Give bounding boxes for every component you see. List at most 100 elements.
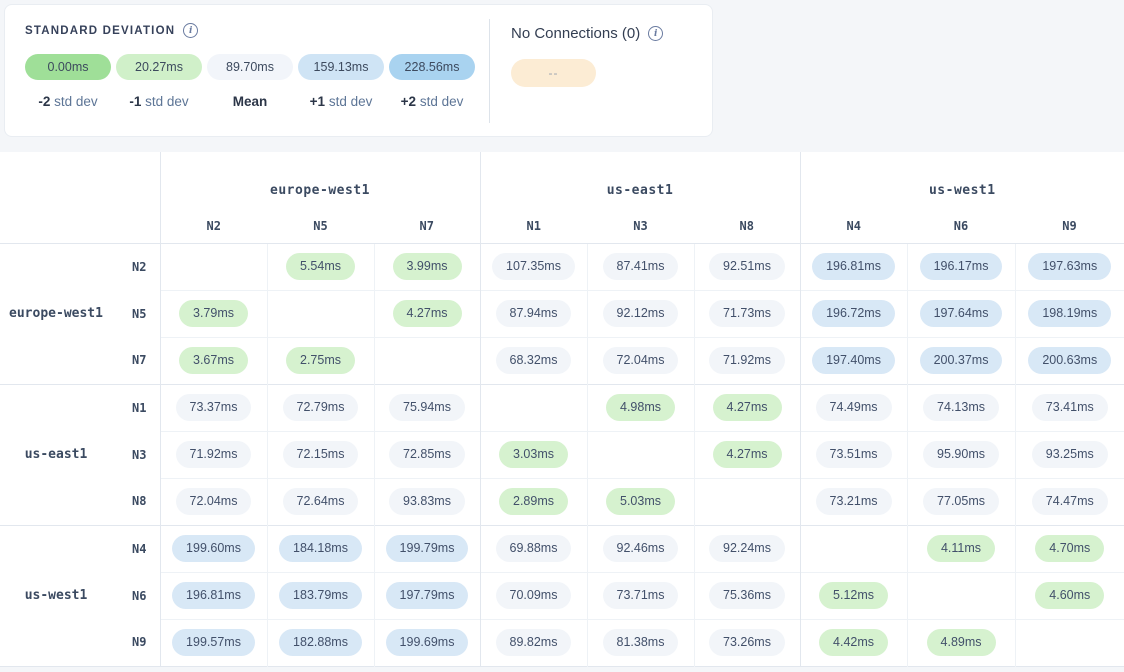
table-row: N9199.57ms182.88ms199.69ms89.82ms81.38ms…: [0, 619, 1124, 666]
table-row: us-east1N173.37ms72.79ms75.94ms4.98ms4.2…: [0, 384, 1124, 431]
latency-pill: 2.89ms: [499, 488, 568, 514]
latency-cell: 3.79ms: [160, 290, 267, 337]
latency-cell: 198.19ms: [1015, 290, 1124, 337]
latency-cell: 72.85ms: [374, 431, 480, 478]
legend-label: -1 std dev: [116, 94, 202, 109]
latency-cell: 184.18ms: [267, 525, 374, 572]
latency-pill: 72.04ms: [176, 488, 252, 514]
latency-cell: 200.37ms: [907, 337, 1015, 384]
latency-pill: 200.37ms: [920, 347, 1003, 373]
col-region-header: us-east1: [480, 152, 800, 210]
latency-pill: 107.35ms: [492, 253, 575, 279]
latency-cell: 4.89ms: [907, 619, 1015, 666]
info-icon[interactable]: i: [648, 26, 663, 41]
latency-cell: 196.72ms: [800, 290, 907, 337]
latency-pill: 197.40ms: [812, 347, 895, 373]
latency-pill: 197.64ms: [920, 300, 1003, 326]
table-row: N53.79ms4.27ms87.94ms92.12ms71.73ms196.7…: [0, 290, 1124, 337]
latency-pill: 4.27ms: [393, 300, 462, 326]
latency-cell: 72.04ms: [160, 478, 267, 525]
table-row: us-west1N4199.60ms184.18ms199.79ms69.88m…: [0, 525, 1124, 572]
latency-cell: 3.67ms: [160, 337, 267, 384]
legend-pill: 0.00ms: [25, 54, 111, 80]
col-node-header: N8: [694, 210, 800, 243]
std-dev-items: 0.00ms-2 std dev20.27ms-1 std dev89.70ms…: [25, 54, 475, 109]
latency-cell: 74.47ms: [1015, 478, 1124, 525]
latency-cell: 92.46ms: [587, 525, 694, 572]
latency-pill: 4.70ms: [1035, 535, 1104, 561]
diagonal-empty-cell: [374, 337, 480, 384]
latency-cell: 199.69ms: [374, 619, 480, 666]
latency-cell: 196.81ms: [160, 572, 267, 619]
latency-cell: 93.83ms: [374, 478, 480, 525]
legend-item: 20.27ms-1 std dev: [116, 54, 202, 109]
legend-pill: 159.13ms: [298, 54, 384, 80]
legend-item: 228.56ms+2 std dev: [389, 54, 475, 109]
col-node-header: N9: [1015, 210, 1124, 243]
latency-pill: 5.03ms: [606, 488, 675, 514]
latency-cell: 81.38ms: [587, 619, 694, 666]
table-row: N73.67ms2.75ms68.32ms72.04ms71.92ms197.4…: [0, 337, 1124, 384]
latency-pill: 71.92ms: [176, 441, 252, 467]
info-icon[interactable]: i: [183, 23, 198, 38]
latency-cell: 87.41ms: [587, 243, 694, 290]
diagonal-empty-cell: [1015, 619, 1124, 666]
latency-cell: 73.71ms: [587, 572, 694, 619]
latency-pill: 73.21ms: [816, 488, 892, 514]
latency-pill: 75.94ms: [389, 394, 465, 420]
latency-pill: 74.13ms: [923, 394, 999, 420]
row-group: us-east1N173.37ms72.79ms75.94ms4.98ms4.2…: [0, 384, 1124, 525]
latency-pill: 182.88ms: [279, 629, 362, 655]
latency-cell: 71.92ms: [160, 431, 267, 478]
latency-pill: 69.88ms: [496, 535, 572, 561]
row-group: europe-west1N25.54ms3.99ms107.35ms87.41m…: [0, 243, 1124, 384]
latency-cell: 197.63ms: [1015, 243, 1124, 290]
no-connections-title: No Connections (0): [511, 25, 640, 42]
col-node-header: N6: [907, 210, 1015, 243]
table-row: N6196.81ms183.79ms197.79ms70.09ms73.71ms…: [0, 572, 1124, 619]
latency-cell: 3.99ms: [374, 243, 480, 290]
latency-pill: 196.81ms: [812, 253, 895, 279]
table-row: N371.92ms72.15ms72.85ms3.03ms4.27ms73.51…: [0, 431, 1124, 478]
row-node-label: N5: [112, 290, 160, 337]
legend-item: 0.00ms-2 std dev: [25, 54, 111, 109]
row-node-label: N6: [112, 572, 160, 619]
legend-divider: [489, 19, 490, 123]
latency-pill: 3.67ms: [179, 347, 248, 373]
legend-pill: 89.70ms: [207, 54, 293, 80]
latency-pill: 197.63ms: [1028, 253, 1111, 279]
table-row: europe-west1N25.54ms3.99ms107.35ms87.41m…: [0, 243, 1124, 290]
latency-pill: 71.92ms: [709, 347, 785, 373]
row-region-label: us-east1: [0, 384, 112, 525]
diagonal-empty-cell: [694, 478, 800, 525]
latency-pill: 199.57ms: [172, 629, 255, 655]
latency-cell: 2.89ms: [480, 478, 587, 525]
latency-pill: 72.04ms: [603, 347, 679, 373]
latency-cell: 182.88ms: [267, 619, 374, 666]
latency-pill: 184.18ms: [279, 535, 362, 561]
latency-pill: 183.79ms: [279, 582, 362, 608]
latency-cell: 73.51ms: [800, 431, 907, 478]
latency-cell: 74.49ms: [800, 384, 907, 431]
legend-pill: 228.56ms: [389, 54, 475, 80]
latency-pill: 200.63ms: [1028, 347, 1111, 373]
latency-matrix: europe-west1us-east1us-west1N2N5N7N1N3N8…: [0, 152, 1124, 667]
latency-pill: 74.49ms: [816, 394, 892, 420]
latency-pill: 3.79ms: [179, 300, 248, 326]
legend-label: +1 std dev: [298, 94, 384, 109]
col-region-header: us-west1: [800, 152, 1124, 210]
latency-cell: 72.64ms: [267, 478, 374, 525]
latency-pill: 5.12ms: [819, 582, 888, 608]
latency-pill: 77.05ms: [923, 488, 999, 514]
col-node-header: N2: [160, 210, 267, 243]
diagonal-empty-cell: [907, 572, 1015, 619]
latency-pill: 4.27ms: [713, 441, 782, 467]
latency-pill: 5.54ms: [286, 253, 355, 279]
latency-cell: 4.11ms: [907, 525, 1015, 572]
no-connections-section: No Connections (0) i --: [511, 25, 663, 87]
latency-cell: 3.03ms: [480, 431, 587, 478]
latency-cell: 93.25ms: [1015, 431, 1124, 478]
latency-pill: 89.82ms: [496, 629, 572, 655]
latency-cell: 5.12ms: [800, 572, 907, 619]
row-region-label: europe-west1: [0, 243, 112, 384]
